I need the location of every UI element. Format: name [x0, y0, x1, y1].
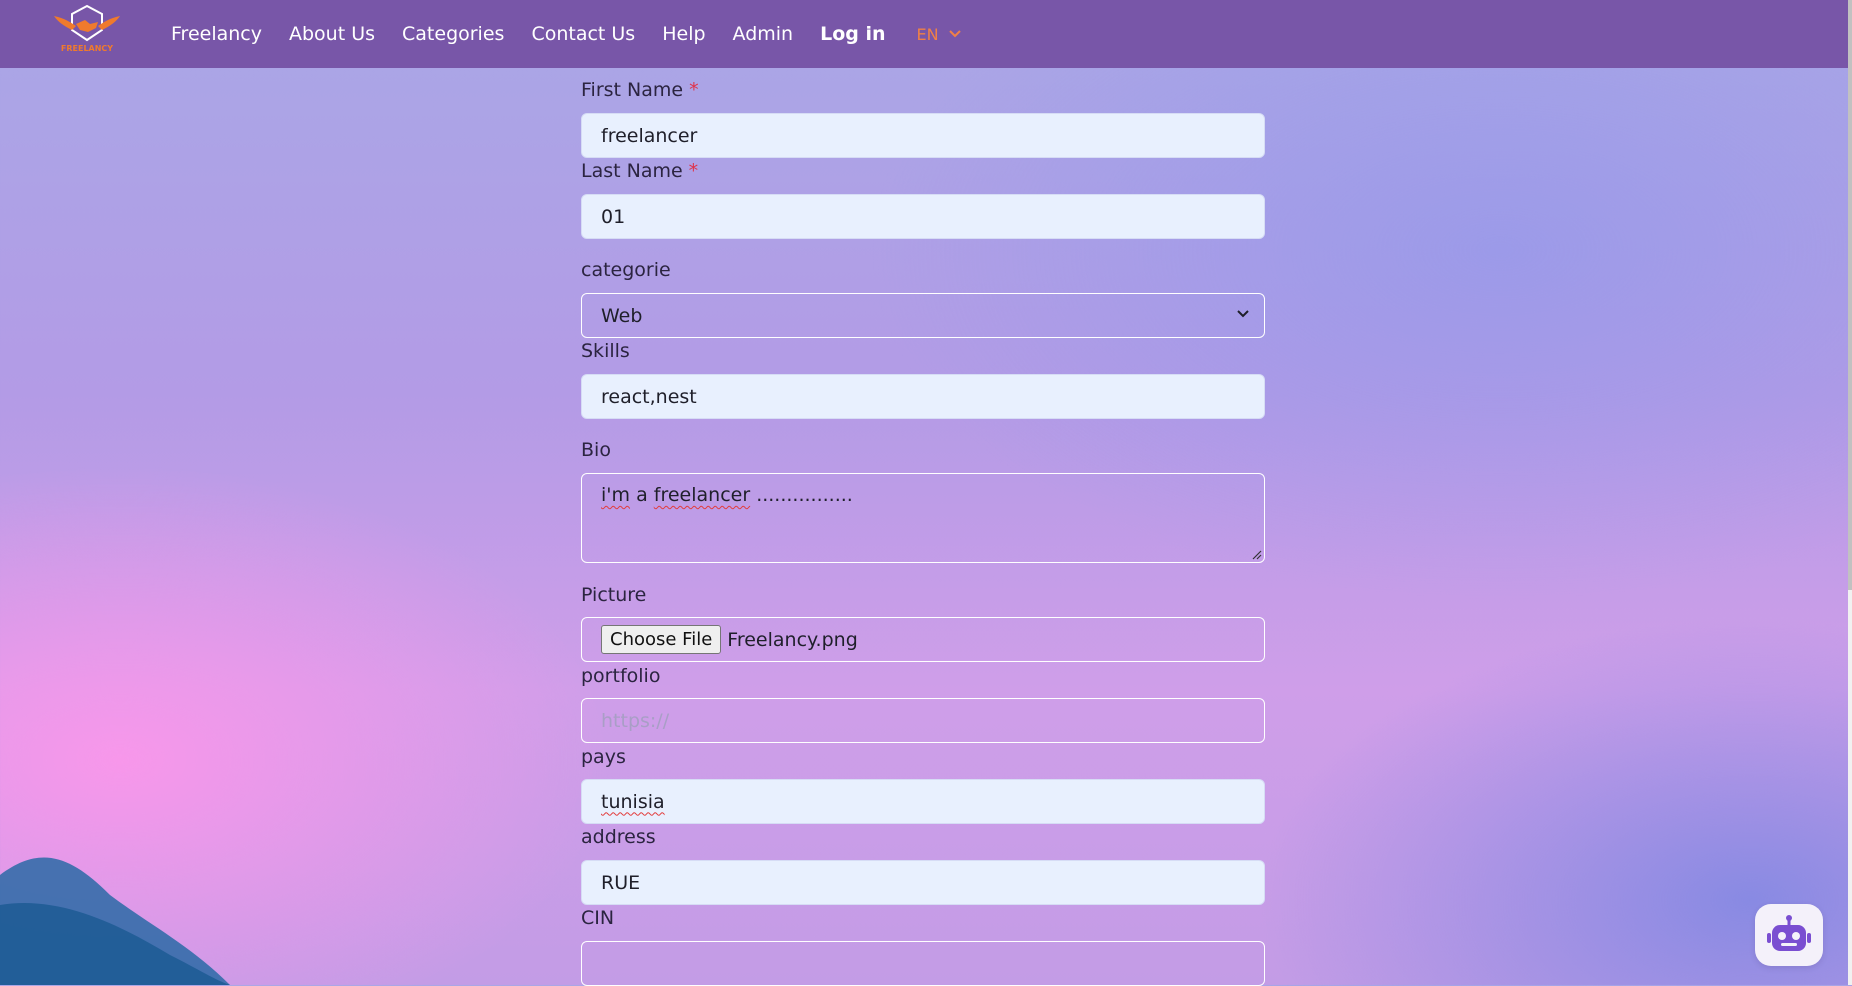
logo-text: FREELANCY	[60, 44, 114, 53]
language-label: EN	[916, 24, 939, 44]
bio-value: i'm a freelancer ................	[601, 484, 853, 506]
chevron-down-icon	[1237, 310, 1249, 318]
first-name-value: freelancer	[601, 124, 698, 147]
last-name-value: 01	[601, 205, 626, 228]
categorie-label: categorie	[581, 259, 671, 281]
scrollbar-thumb[interactable]	[1848, 0, 1852, 590]
pays-value: tunisia	[601, 790, 665, 813]
pays-input[interactable]: tunisia	[581, 779, 1265, 824]
nav-link-admin[interactable]: Admin	[733, 23, 794, 45]
chatbot-button[interactable]	[1755, 904, 1823, 966]
address-label: address	[581, 826, 656, 848]
last-name-label-text: Last Name	[581, 160, 683, 182]
last-name-input[interactable]: 01	[581, 194, 1265, 239]
address-input[interactable]: RUE	[581, 860, 1265, 905]
last-name-label: Last Name *	[581, 160, 698, 182]
nav-link-categories[interactable]: Categories	[402, 23, 504, 45]
portfolio-label: portfolio	[581, 665, 661, 687]
pays-label: pays	[581, 746, 626, 768]
address-value: RUE	[601, 871, 641, 894]
portfolio-placeholder: https://	[601, 709, 670, 732]
page-scrollbar[interactable]	[1848, 0, 1852, 985]
cin-input[interactable]	[581, 941, 1265, 986]
required-mark: *	[689, 79, 699, 101]
skills-label: Skills	[581, 340, 630, 362]
nav-links: Freelancy About Us Categories Contact Us…	[171, 0, 961, 68]
choose-file-button[interactable]: Choose File	[601, 625, 722, 654]
robot-icon	[1767, 915, 1811, 951]
freelancy-logo[interactable]: FREELANCY	[52, 4, 122, 56]
nav-link-about-us[interactable]: About Us	[289, 23, 375, 45]
skills-input[interactable]: react,nest	[581, 374, 1265, 419]
portfolio-input[interactable]: https://	[581, 698, 1265, 743]
categorie-value: Web	[601, 304, 643, 327]
bio-word: freelancer	[653, 484, 751, 506]
first-name-label-text: First Name	[581, 79, 684, 101]
first-name-label: First Name *	[581, 79, 699, 101]
login-link[interactable]: Log in	[820, 23, 885, 45]
bio-textarea[interactable]: i'm a freelancer ................	[581, 473, 1265, 563]
top-navbar: FREELANCY Freelancy About Us Categories …	[0, 0, 1848, 68]
skills-value: react,nest	[601, 385, 697, 408]
picture-file-name: Freelancy.png	[727, 628, 858, 651]
required-mark: *	[688, 160, 699, 182]
language-selector[interactable]: EN	[917, 25, 961, 44]
picture-file-input[interactable]: Choose File Freelancy.png	[581, 617, 1265, 662]
chevron-down-icon	[948, 30, 961, 38]
nav-link-help[interactable]: Help	[662, 23, 705, 45]
resize-handle-icon[interactable]	[1252, 550, 1262, 560]
nav-link-freelancy[interactable]: Freelancy	[171, 23, 262, 45]
first-name-input[interactable]: freelancer	[581, 113, 1265, 158]
bio-word: i'm	[601, 484, 631, 506]
bio-word: ................	[756, 484, 853, 506]
cin-label: CIN	[581, 907, 615, 929]
nav-link-contact-us[interactable]: Contact Us	[531, 23, 635, 45]
bio-word: a	[636, 484, 648, 506]
categorie-select[interactable]: Web	[581, 293, 1265, 338]
picture-label: Picture	[581, 584, 647, 606]
handshake-shield-icon	[54, 4, 120, 42]
bio-label: Bio	[581, 439, 611, 461]
